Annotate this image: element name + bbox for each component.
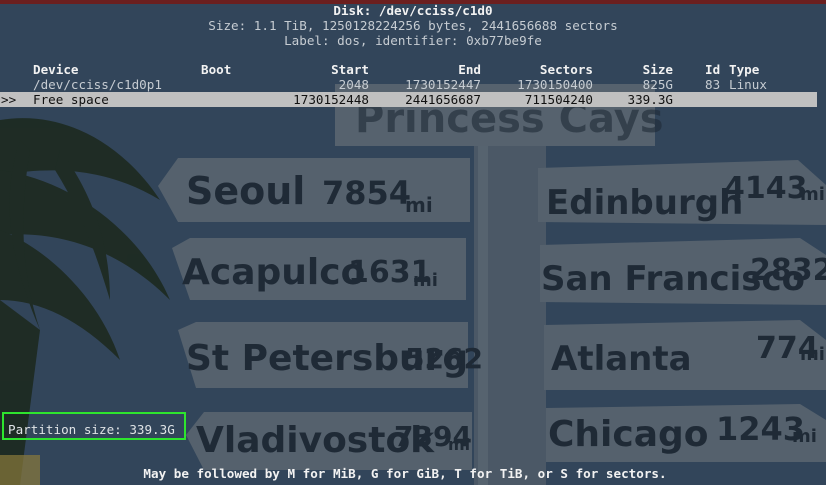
svg-text:4143: 4143 xyxy=(724,171,808,206)
svg-text:Seoul: Seoul xyxy=(186,169,305,213)
svg-text:Edinburgh: Edinburgh xyxy=(546,183,743,223)
row-end: 1730152447 xyxy=(405,77,481,92)
row-size: 339.3G xyxy=(627,92,674,107)
partition-size-input[interactable]: Partition size: 339.3G xyxy=(8,422,175,437)
row-device: /dev/cciss/c1d0p1 xyxy=(33,77,162,92)
svg-text:mi: mi xyxy=(405,193,433,217)
table-row-selected[interactable]: >> Free space 1730152448 2441656687 7115… xyxy=(0,92,817,107)
row-id: 83 xyxy=(705,77,721,92)
row-end: 2441656687 xyxy=(405,92,481,107)
row-device: Free space xyxy=(33,92,109,107)
svg-text:2832: 2832 xyxy=(750,253,826,288)
svg-text:Atlanta: Atlanta xyxy=(551,339,692,379)
column-sectors: Sectors xyxy=(539,62,593,77)
column-start: Start xyxy=(331,62,369,77)
row-type: Linux xyxy=(729,77,767,92)
selection-marker: >> xyxy=(1,92,17,107)
column-size: Size xyxy=(642,62,673,77)
svg-text:mi: mi xyxy=(413,270,438,291)
disk-size-info: Size: 1.1 TiB, 1250128224256 bytes, 2441… xyxy=(208,18,618,33)
disk-label-info: Label: dos, identifier: 0xb77be9fe xyxy=(284,33,542,48)
size-unit-hint: May be followed by M for MiB, G for GiB,… xyxy=(143,466,667,481)
column-end: End xyxy=(458,62,481,77)
column-boot: Boot xyxy=(201,62,232,77)
row-start: 2048 xyxy=(338,77,369,92)
svg-text:5262: 5262 xyxy=(405,342,483,375)
svg-text:Chicago: Chicago xyxy=(548,414,709,455)
column-id: Id xyxy=(705,62,721,77)
svg-text:7854: 7854 xyxy=(322,174,411,212)
column-type: Type xyxy=(729,62,760,77)
row-sectors: 711504240 xyxy=(524,92,593,107)
row-sectors: 1730150400 xyxy=(517,77,593,92)
disk-title: Disk: /dev/cciss/c1d0 xyxy=(333,3,493,18)
svg-text:mi: mi xyxy=(448,435,470,454)
svg-text:mi: mi xyxy=(800,344,825,365)
svg-text:Acapulco: Acapulco xyxy=(182,252,365,293)
row-start: 1730152448 xyxy=(293,92,369,107)
svg-text:mi: mi xyxy=(792,426,817,447)
column-device: Device xyxy=(33,62,79,77)
row-size: 825G xyxy=(642,77,673,92)
svg-text:mi: mi xyxy=(800,184,825,205)
